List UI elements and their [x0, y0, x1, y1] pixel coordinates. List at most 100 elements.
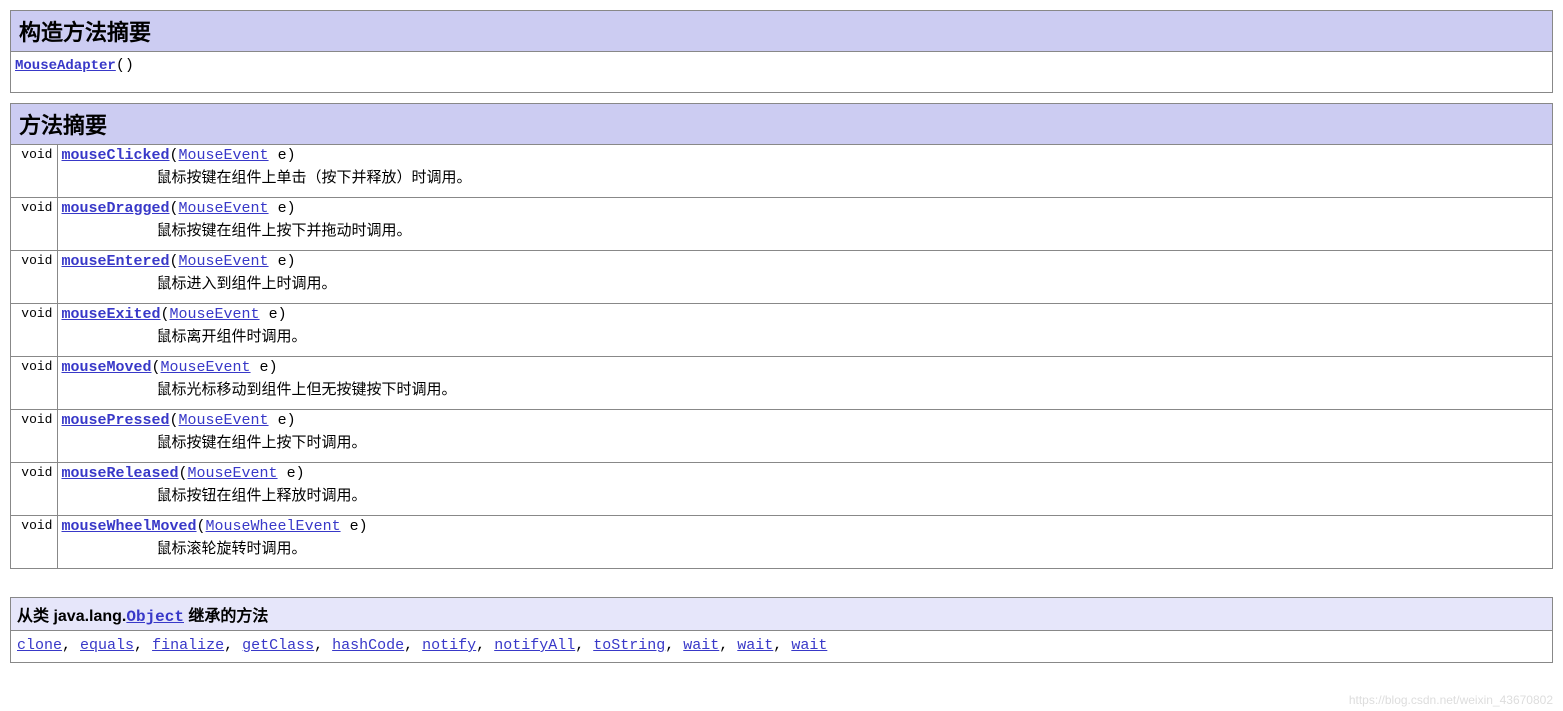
separator: , — [719, 637, 737, 654]
method-name-link[interactable]: mouseMoved — [62, 359, 152, 376]
method-signature: mouseReleased(MouseEvent e) — [62, 465, 1549, 482]
paren-open: ( — [170, 200, 179, 217]
method-signature: mouseWheelMoved(MouseWheelEvent e) — [62, 518, 1549, 535]
method-cell: mouseWheelMoved(MouseWheelEvent e)鼠标滚轮旋转… — [57, 516, 1552, 569]
param-type-link[interactable]: MouseEvent — [179, 412, 269, 429]
inherited-section: 从类 java.lang.Object 继承的方法 clone, equals,… — [10, 597, 1553, 663]
inherited-method-link[interactable]: wait — [791, 637, 827, 654]
method-signature: mouseDragged(MouseEvent e) — [62, 200, 1549, 217]
return-type: void — [11, 463, 57, 516]
method-name-link[interactable]: mouseEntered — [62, 253, 170, 270]
method-signature: mouseMoved(MouseEvent e) — [62, 359, 1549, 376]
method-name-link[interactable]: mouseReleased — [62, 465, 179, 482]
inherited-method-link[interactable]: hashCode — [332, 637, 404, 654]
separator: , — [575, 637, 593, 654]
method-signature: mouseEntered(MouseEvent e) — [62, 253, 1549, 270]
inherited-method-link[interactable]: clone — [17, 637, 62, 654]
inherited-body: clone, equals, finalize, getClass, hashC… — [11, 631, 1552, 662]
inherited-method-link[interactable]: notifyAll — [494, 637, 575, 654]
method-cell: mouseReleased(MouseEvent e)鼠标按钮在组件上释放时调用… — [57, 463, 1552, 516]
method-row: voidmouseMoved(MouseEvent e)鼠标光标移动到组件上但无… — [11, 357, 1552, 410]
param-type-link[interactable]: MouseEvent — [179, 200, 269, 217]
separator: , — [62, 637, 80, 654]
method-signature: mousePressed(MouseEvent e) — [62, 412, 1549, 429]
param-name: e — [278, 465, 296, 482]
paren-close: ) — [278, 306, 287, 323]
param-type-link[interactable]: MouseWheelEvent — [206, 518, 341, 535]
separator: , — [224, 637, 242, 654]
separator: , — [134, 637, 152, 654]
inherited-method-link[interactable]: wait — [683, 637, 719, 654]
param-name: e — [269, 412, 287, 429]
inherited-method-link[interactable]: notify — [422, 637, 476, 654]
paren-open: ( — [170, 412, 179, 429]
paren-close: ) — [287, 200, 296, 217]
paren-close: ) — [296, 465, 305, 482]
method-cell: mouseExited(MouseEvent e)鼠标离开组件时调用。 — [57, 304, 1552, 357]
return-type: void — [11, 410, 57, 463]
method-summary-section: 方法摘要 voidmouseClicked(MouseEvent e)鼠标按键在… — [10, 103, 1553, 569]
separator: , — [314, 637, 332, 654]
inherited-method-link[interactable]: equals — [80, 637, 134, 654]
method-cell: mouseEntered(MouseEvent e)鼠标进入到组件上时调用。 — [57, 251, 1552, 304]
paren-open: ( — [152, 359, 161, 376]
method-name-link[interactable]: mousePressed — [62, 412, 170, 429]
method-description: 鼠标按键在组件上单击（按下并释放）时调用。 — [62, 164, 1549, 187]
paren-open: ( — [170, 147, 179, 164]
method-name-link[interactable]: mouseWheelMoved — [62, 518, 197, 535]
paren-open: ( — [179, 465, 188, 482]
method-signature: mouseExited(MouseEvent e) — [62, 306, 1549, 323]
param-name: e — [341, 518, 359, 535]
paren-close: ) — [269, 359, 278, 376]
constructor-summary-title: 构造方法摘要 — [11, 11, 1552, 52]
param-type-link[interactable]: MouseEvent — [188, 465, 278, 482]
method-cell: mouseMoved(MouseEvent e)鼠标光标移动到组件上但无按键按下… — [57, 357, 1552, 410]
param-name: e — [269, 200, 287, 217]
method-table: voidmouseClicked(MouseEvent e)鼠标按键在组件上单击… — [11, 145, 1552, 568]
param-type-link[interactable]: MouseEvent — [179, 147, 269, 164]
param-type-link[interactable]: MouseEvent — [170, 306, 260, 323]
inherited-class-link[interactable]: Object — [126, 608, 184, 626]
method-row: voidmousePressed(MouseEvent e)鼠标按键在组件上按下… — [11, 410, 1552, 463]
method-name-link[interactable]: mouseDragged — [62, 200, 170, 217]
paren-open: ( — [197, 518, 206, 535]
return-type: void — [11, 516, 57, 569]
constructor-summary-section: 构造方法摘要 MouseAdapter() — [10, 10, 1553, 93]
method-cell: mousePressed(MouseEvent e)鼠标按键在组件上按下时调用。 — [57, 410, 1552, 463]
param-name: e — [260, 306, 278, 323]
method-cell: mouseDragged(MouseEvent e)鼠标按键在组件上按下并拖动时… — [57, 198, 1552, 251]
method-row: voidmouseDragged(MouseEvent e)鼠标按键在组件上按下… — [11, 198, 1552, 251]
separator: , — [476, 637, 494, 654]
paren-close: ) — [287, 253, 296, 270]
inherited-method-link[interactable]: getClass — [242, 637, 314, 654]
constructor-link[interactable]: MouseAdapter — [15, 58, 116, 74]
inherited-method-link[interactable]: finalize — [152, 637, 224, 654]
param-name: e — [251, 359, 269, 376]
method-name-link[interactable]: mouseClicked — [62, 147, 170, 164]
return-type: void — [11, 198, 57, 251]
watermark: https://blog.csdn.net/weixin_43670802 — [1349, 693, 1553, 707]
param-type-link[interactable]: MouseEvent — [161, 359, 251, 376]
method-row: voidmouseExited(MouseEvent e)鼠标离开组件时调用。 — [11, 304, 1552, 357]
param-type-link[interactable]: MouseEvent — [179, 253, 269, 270]
method-description: 鼠标进入到组件上时调用。 — [62, 270, 1549, 293]
method-signature: mouseClicked(MouseEvent e) — [62, 147, 1549, 164]
param-name: e — [269, 147, 287, 164]
return-type: void — [11, 145, 57, 198]
paren-close: ) — [287, 147, 296, 164]
inherited-method-link[interactable]: toString — [593, 637, 665, 654]
method-description: 鼠标按键在组件上按下并拖动时调用。 — [62, 217, 1549, 240]
method-name-link[interactable]: mouseExited — [62, 306, 161, 323]
constructor-body: MouseAdapter() — [11, 52, 1552, 92]
method-description: 鼠标按键在组件上按下时调用。 — [62, 429, 1549, 452]
method-row: voidmouseReleased(MouseEvent e)鼠标按钮在组件上释… — [11, 463, 1552, 516]
method-cell: mouseClicked(MouseEvent e)鼠标按键在组件上单击（按下并… — [57, 145, 1552, 198]
inherited-method-link[interactable]: wait — [737, 637, 773, 654]
inherited-header: 从类 java.lang.Object 继承的方法 — [11, 598, 1552, 631]
paren-close: ) — [287, 412, 296, 429]
paren-open: ( — [161, 306, 170, 323]
method-description: 鼠标按钮在组件上释放时调用。 — [62, 482, 1549, 505]
paren-open: ( — [170, 253, 179, 270]
method-row: voidmouseWheelMoved(MouseWheelEvent e)鼠标… — [11, 516, 1552, 569]
method-description: 鼠标光标移动到组件上但无按键按下时调用。 — [62, 376, 1549, 399]
